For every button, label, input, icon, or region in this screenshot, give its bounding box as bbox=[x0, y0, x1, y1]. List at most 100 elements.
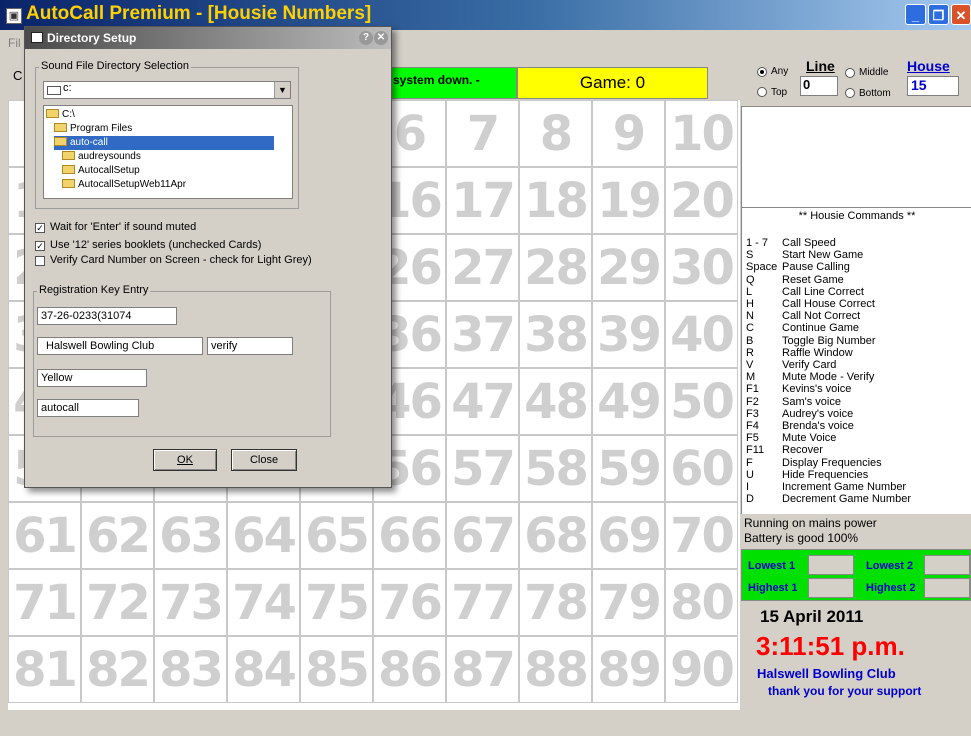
directory-item[interactable]: Program Files bbox=[54, 122, 132, 136]
command-row: I Increment Game Number bbox=[746, 482, 906, 493]
number-cell[interactable]: 27 bbox=[446, 234, 519, 301]
number-cell[interactable]: 90 bbox=[665, 636, 738, 703]
radio-top-label: Top bbox=[771, 87, 788, 98]
number-cell[interactable]: 20 bbox=[665, 167, 738, 234]
number-cell[interactable]: 70 bbox=[665, 502, 738, 569]
number-cell[interactable]: 59 bbox=[592, 435, 665, 502]
wait-enter-checkbox[interactable]: ✓ bbox=[35, 223, 45, 233]
radio-middle[interactable] bbox=[845, 68, 855, 78]
radio-any[interactable] bbox=[757, 67, 767, 77]
directory-item[interactable]: C:\ bbox=[46, 108, 75, 122]
number-cell[interactable]: 63 bbox=[154, 502, 227, 569]
number-cell[interactable]: 73 bbox=[154, 569, 227, 636]
dialog-close-icon[interactable]: ✕ bbox=[374, 31, 388, 45]
number-cell[interactable]: 7 bbox=[446, 100, 519, 167]
number-cell[interactable]: 49 bbox=[592, 368, 665, 435]
ok-button[interactable]: OK bbox=[153, 449, 217, 471]
commands-title: ** Housie Commands ** bbox=[798, 210, 916, 222]
minimize-button[interactable]: _ bbox=[905, 4, 926, 25]
number-cell[interactable]: 10 bbox=[665, 100, 738, 167]
number-cell[interactable]: 50 bbox=[665, 368, 738, 435]
number-cell[interactable]: 30 bbox=[665, 234, 738, 301]
number-cell[interactable]: 80 bbox=[665, 569, 738, 636]
number-cell[interactable]: 37 bbox=[446, 301, 519, 368]
command-key: D bbox=[746, 493, 754, 506]
directory-name: C:\ bbox=[62, 109, 75, 120]
number-cell[interactable]: 69 bbox=[592, 502, 665, 569]
drive-select[interactable]: c: ▼ bbox=[43, 81, 291, 99]
number-cell[interactable]: 60 bbox=[665, 435, 738, 502]
command-key: F3 bbox=[746, 407, 759, 420]
number-cell[interactable]: 40 bbox=[665, 301, 738, 368]
battery-line: Battery is good 100% bbox=[744, 531, 859, 545]
number-cell[interactable]: 62 bbox=[81, 502, 154, 569]
colour-input[interactable]: Yellow bbox=[37, 369, 147, 387]
use12-checkbox[interactable]: ✓ bbox=[35, 241, 45, 251]
number-cell[interactable]: 82 bbox=[81, 636, 154, 703]
program-input[interactable]: autocall bbox=[37, 399, 139, 417]
directory-item[interactable]: AutocallSetup bbox=[62, 164, 140, 178]
command-desc: Pause Calling bbox=[782, 261, 850, 274]
number-cell[interactable]: 88 bbox=[519, 636, 592, 703]
line-input[interactable]: 0 bbox=[800, 76, 838, 96]
number-cell[interactable]: 61 bbox=[8, 502, 81, 569]
command-desc: Increment Game Number bbox=[782, 481, 907, 493]
number-cell[interactable]: 71 bbox=[8, 569, 81, 636]
verify-input[interactable]: verify bbox=[207, 337, 293, 355]
directory-list[interactable]: ▲ ▼ C:\Program Filesauto-callaudreysound… bbox=[43, 105, 293, 199]
help-icon[interactable]: ? bbox=[359, 31, 373, 45]
verify-checkbox[interactable] bbox=[35, 256, 45, 266]
number-cell[interactable]: 89 bbox=[592, 636, 665, 703]
number-cell[interactable]: 86 bbox=[373, 636, 446, 703]
number-cell[interactable]: 39 bbox=[592, 301, 665, 368]
reg-key-input[interactable]: 37-26-0233(31074 bbox=[37, 307, 177, 325]
number-cell[interactable]: 72 bbox=[81, 569, 154, 636]
number-cell[interactable]: 64 bbox=[227, 502, 300, 569]
number-cell[interactable]: 79 bbox=[592, 569, 665, 636]
chevron-down-icon[interactable]: ▼ bbox=[274, 82, 290, 98]
house-input[interactable]: 15 bbox=[907, 76, 959, 96]
number-cell[interactable]: 58 bbox=[519, 435, 592, 502]
number-cell[interactable]: 85 bbox=[300, 636, 373, 703]
number-cell[interactable]: 29 bbox=[592, 234, 665, 301]
command-desc: Continue Game bbox=[782, 322, 860, 335]
number-cell[interactable]: 84 bbox=[227, 636, 300, 703]
number-cell[interactable]: 77 bbox=[446, 569, 519, 636]
club-name-input[interactable]: Halswell Bowling Club bbox=[37, 337, 203, 355]
number-cell[interactable]: 38 bbox=[519, 301, 592, 368]
number-cell[interactable]: 65 bbox=[300, 502, 373, 569]
directory-item[interactable]: AutocallSetupWeb11Apr bbox=[62, 178, 186, 192]
number-cell[interactable]: 81 bbox=[8, 636, 81, 703]
number-cell[interactable]: 9 bbox=[592, 100, 665, 167]
dialog-close-button[interactable]: Close bbox=[231, 449, 297, 471]
number-cell[interactable]: 17 bbox=[446, 167, 519, 234]
app-menu-icon[interactable]: ▣ bbox=[6, 8, 22, 24]
directory-item[interactable]: auto-call bbox=[54, 136, 274, 150]
verify-label: Verify Card Number on Screen - check for… bbox=[50, 254, 312, 266]
radio-top[interactable] bbox=[757, 87, 767, 97]
number-cell[interactable]: 28 bbox=[519, 234, 592, 301]
number-cell[interactable]: 19 bbox=[592, 167, 665, 234]
number-cell[interactable]: 48 bbox=[519, 368, 592, 435]
command-key: H bbox=[746, 298, 754, 310]
number-cell[interactable]: 78 bbox=[519, 569, 592, 636]
command-key: F11 bbox=[746, 444, 765, 457]
number-cell[interactable]: 57 bbox=[446, 435, 519, 502]
directory-item[interactable]: audreysounds bbox=[62, 150, 141, 164]
number-cell[interactable]: 47 bbox=[446, 368, 519, 435]
maximize-button[interactable]: ❐ bbox=[928, 4, 949, 25]
number-cell[interactable]: 87 bbox=[446, 636, 519, 703]
number-cell[interactable]: 74 bbox=[227, 569, 300, 636]
number-cell[interactable]: 76 bbox=[373, 569, 446, 636]
number-cell[interactable]: 83 bbox=[154, 636, 227, 703]
command-desc: Brenda's voice bbox=[782, 420, 854, 432]
menu-file[interactable]: Fil bbox=[8, 36, 21, 50]
number-cell[interactable]: 18 bbox=[519, 167, 592, 234]
number-cell[interactable]: 67 bbox=[446, 502, 519, 569]
number-cell[interactable]: 75 bbox=[300, 569, 373, 636]
number-cell[interactable]: 8 bbox=[519, 100, 592, 167]
radio-bottom[interactable] bbox=[845, 88, 855, 98]
number-cell[interactable]: 66 bbox=[373, 502, 446, 569]
close-button[interactable]: ✕ bbox=[951, 4, 971, 25]
number-cell[interactable]: 68 bbox=[519, 502, 592, 569]
